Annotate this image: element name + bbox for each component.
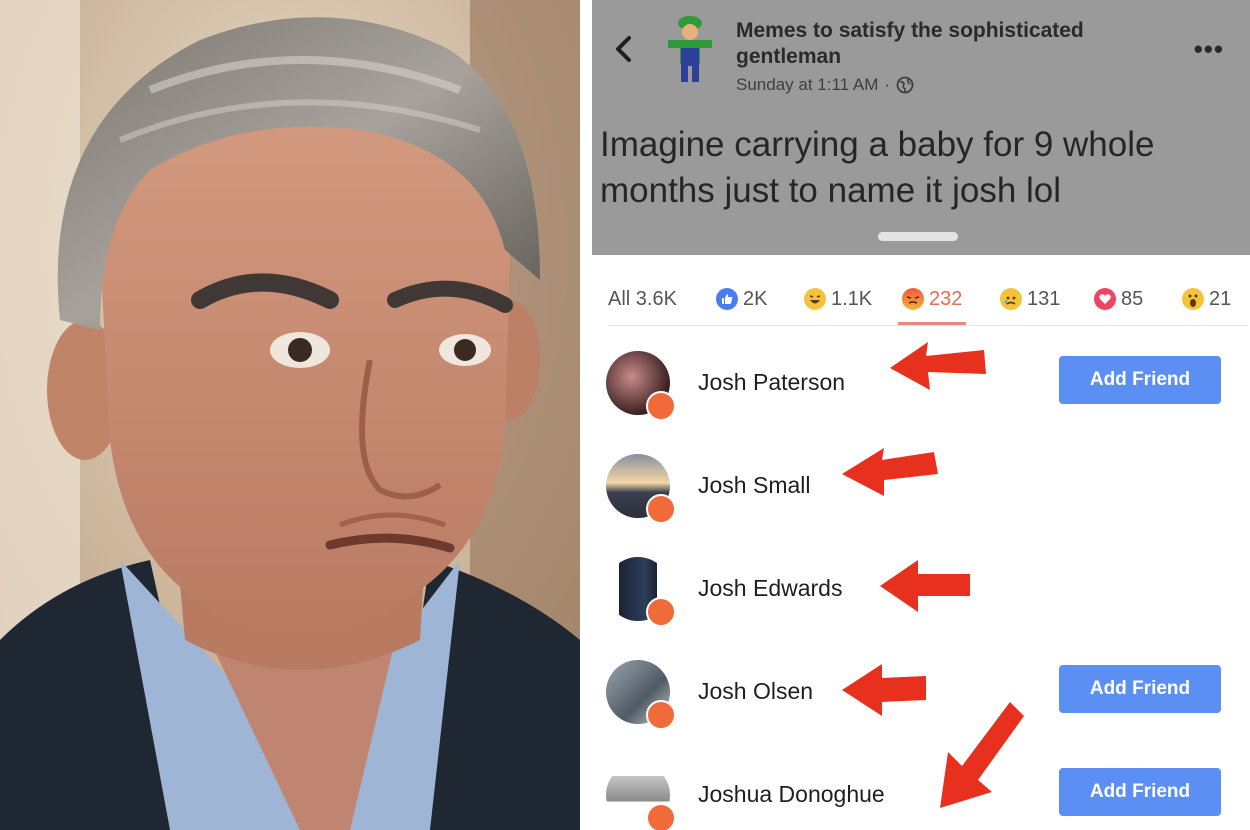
angry-icon	[646, 803, 676, 830]
tab-haha[interactable]: 1.1K	[804, 275, 872, 323]
red-arrow-annotation	[842, 448, 938, 496]
reaction-photo	[0, 0, 580, 830]
tab-wow[interactable]: 21	[1182, 275, 1231, 323]
angry-icon	[902, 288, 924, 310]
reaction-tabs: All 3.6K 2K 1.1K 232 131 85 21	[608, 275, 1248, 326]
luigi-avatar-icon	[668, 16, 712, 82]
person-name[interactable]: Josh Edwards	[698, 575, 842, 602]
separator-dot: ·	[884, 75, 891, 94]
red-arrow-annotation	[890, 342, 986, 390]
angry-icon	[646, 494, 676, 524]
startled-man-illustration	[0, 0, 580, 830]
person-name[interactable]: Josh Small	[698, 472, 810, 499]
red-arrow-annotation	[940, 702, 1024, 808]
avatar[interactable]	[606, 454, 676, 524]
love-icon	[1094, 288, 1116, 310]
like-icon	[716, 288, 738, 310]
avatar[interactable]	[606, 763, 676, 830]
tab-label: All 3.6K	[608, 287, 677, 310]
wow-icon	[1182, 288, 1204, 310]
tab-sad[interactable]: 131	[1000, 275, 1060, 323]
red-arrow-annotation	[880, 560, 970, 612]
red-arrow-annotation	[842, 664, 926, 716]
sad-icon	[1000, 288, 1022, 310]
tab-label: 131	[1027, 287, 1061, 310]
post-timestamp[interactable]: Sunday at 1:11 AM	[736, 75, 878, 95]
add-friend-button[interactable]: Add Friend	[1059, 665, 1221, 713]
avatar[interactable]	[606, 351, 676, 421]
page-name[interactable]: Memes to satisfy the sophisticated gentl…	[736, 18, 1156, 70]
person-name[interactable]: Joshua Donoghue	[698, 781, 885, 808]
globe-icon	[896, 76, 914, 94]
more-options-icon[interactable]: •••	[1194, 34, 1224, 65]
add-friend-button[interactable]: Add Friend	[1059, 356, 1221, 404]
person-name[interactable]: Josh Paterson	[698, 369, 845, 396]
angry-icon	[646, 391, 676, 421]
tab-love[interactable]: 85	[1094, 275, 1143, 323]
tab-label: 85	[1121, 287, 1144, 310]
tab-label: 1.1K	[831, 287, 873, 310]
tab-label: 21	[1209, 287, 1232, 310]
tab-angry[interactable]: 232	[897, 275, 967, 325]
post-meta: Sunday at 1:11 AM ·	[736, 75, 914, 95]
chevron-left-icon	[616, 36, 631, 62]
tab-all[interactable]: All 3.6K	[608, 275, 677, 323]
page-avatar[interactable]	[660, 14, 720, 84]
avatar[interactable]	[606, 557, 676, 627]
back-button[interactable]	[608, 32, 638, 66]
add-friend-button[interactable]: Add Friend	[1059, 768, 1221, 816]
tab-label: 2K	[743, 287, 768, 310]
tab-like[interactable]: 2K	[716, 275, 767, 323]
post-header: Memes to satisfy the sophisticated gentl…	[592, 0, 1250, 255]
panel-divider	[580, 0, 592, 830]
avatar[interactable]	[606, 660, 676, 730]
facebook-screenshot: Memes to satisfy the sophisticated gentl…	[592, 0, 1250, 830]
tab-label: 232	[929, 287, 963, 310]
angry-icon	[646, 700, 676, 730]
sheet-drag-handle[interactable]	[878, 232, 958, 241]
list-item[interactable]: Joshua Donoghue Add Friend	[606, 755, 1236, 830]
angry-icon	[646, 597, 676, 627]
haha-icon	[804, 288, 826, 310]
post-text: Imagine carrying a baby for 9 whole mont…	[600, 125, 1155, 210]
person-name[interactable]: Josh Olsen	[698, 678, 813, 705]
